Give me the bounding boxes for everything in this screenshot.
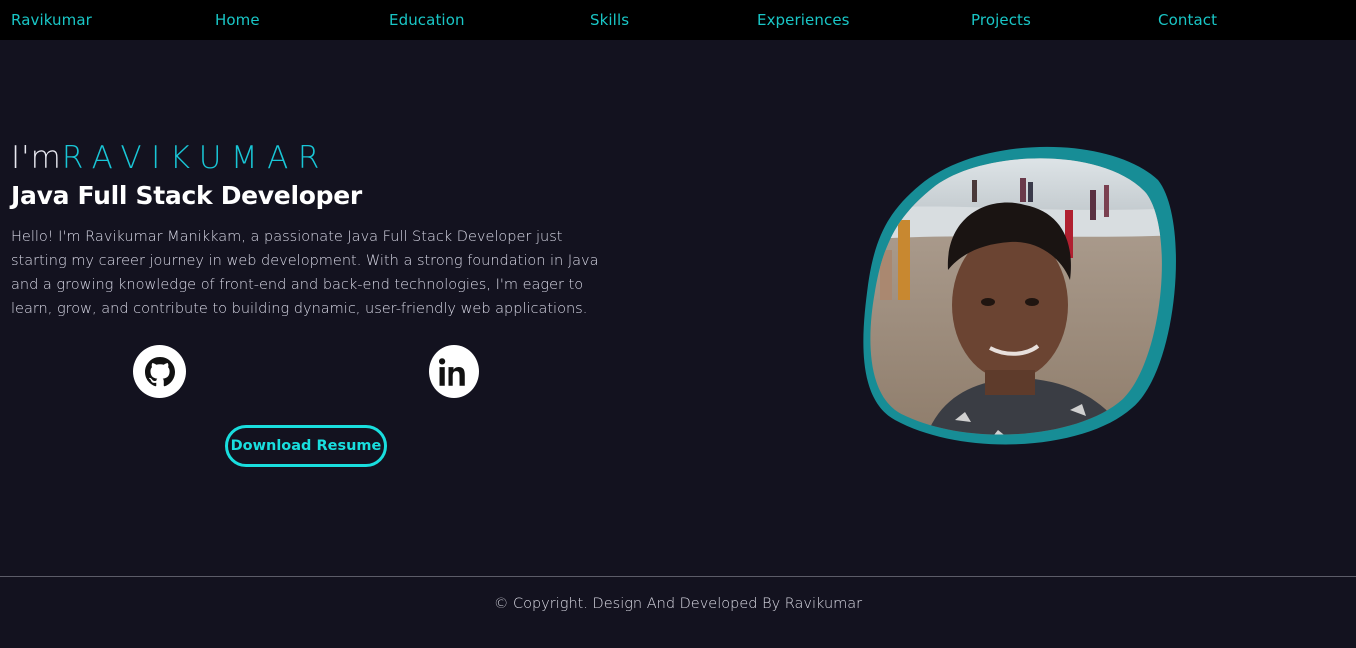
linkedin-icon — [439, 357, 465, 386]
hero-intro: I'mRAVIKUMAR — [11, 140, 329, 176]
top-navbar: Ravikumar Home Education Skills Experien… — [0, 0, 1356, 40]
github-icon — [144, 356, 175, 386]
nav-item-projects[interactable]: Projects — [971, 11, 1031, 29]
download-resume-button[interactable]: Download Resume — [225, 425, 387, 467]
github-link[interactable] — [133, 345, 186, 398]
footer-divider — [0, 576, 1356, 577]
nav-item-home[interactable]: Home — [215, 11, 260, 29]
nav-item-experiences[interactable]: Experiences — [757, 11, 850, 29]
nav-item-education[interactable]: Education — [389, 11, 465, 29]
hero-name: RAVIKUMAR — [61, 140, 329, 176]
linkedin-link[interactable] — [429, 345, 479, 398]
hero-greeting: I'm — [11, 140, 62, 176]
hero-role-title: Java Full Stack Developer — [11, 181, 362, 210]
hero-bio: Hello! I'm Ravikumar Manikkam, a passion… — [11, 229, 599, 317]
footer-copyright: © Copyright. Design And Developed By Rav… — [493, 596, 863, 612]
nav-item-contact[interactable]: Contact — [1158, 11, 1217, 29]
nav-brand-link[interactable]: Ravikumar — [11, 11, 92, 29]
profile-photo — [860, 140, 1180, 460]
nav-item-skills[interactable]: Skills — [590, 11, 629, 29]
